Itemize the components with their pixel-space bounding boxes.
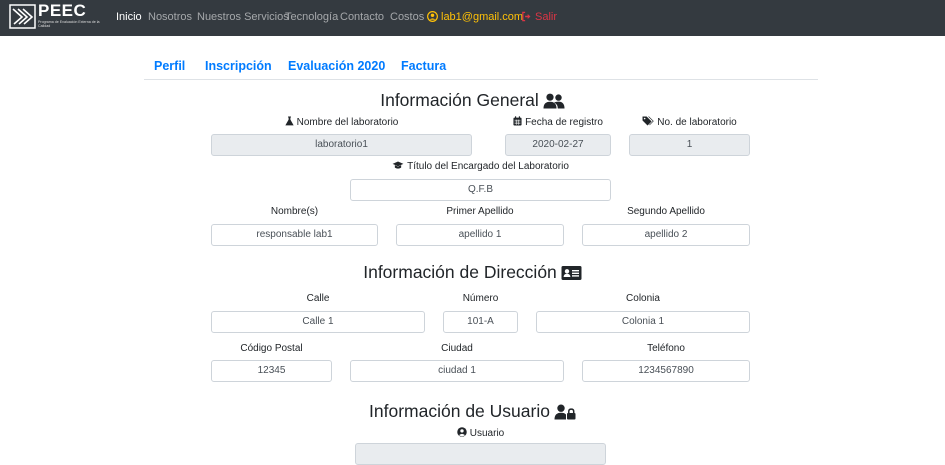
nav-item-servicios[interactable]: Nuestros Servicios	[197, 11, 289, 24]
address-card-icon	[561, 266, 582, 280]
nav-item-nosotros[interactable]: Nosotros	[148, 11, 192, 24]
lab-no-field[interactable]: 1	[629, 134, 750, 156]
top-navbar: PEEC Programa de Evaluación Externa de l…	[0, 0, 945, 36]
nav-item-tecnologia[interactable]: Tecnología	[285, 11, 338, 24]
colony-label: Colonia	[626, 293, 660, 304]
lab-name-field[interactable]: laboratorio1	[211, 134, 472, 156]
nav-item-contacto[interactable]: Contacto	[340, 11, 384, 24]
user-info-title: Información de Usuario	[369, 401, 550, 421]
names-field[interactable]: responsable lab1	[211, 224, 378, 246]
brand-title: PEEC	[38, 1, 87, 20]
logout-text: Salir	[535, 11, 558, 23]
user-circle-icon	[427, 11, 438, 22]
zip-label: Código Postal	[240, 343, 303, 354]
tags-icon	[642, 116, 654, 126]
user-circle-icon	[457, 427, 467, 437]
nav-user-email-text: lab1@gmail.com	[441, 11, 524, 23]
calendar-icon	[513, 116, 522, 126]
graduation-cap-icon	[392, 161, 404, 169]
street-field[interactable]: Calle 1	[211, 311, 425, 333]
surname2-field[interactable]: apellido 2	[582, 224, 750, 246]
colony-field[interactable]: Colonia 1	[536, 311, 750, 333]
profile-tabs: Perfil Inscripción Evaluación 2020 Factu…	[0, 56, 945, 80]
user-lock-icon	[554, 404, 576, 420]
title-field[interactable]: Q.F.B	[350, 179, 611, 201]
reg-date-label: Fecha de registro	[505, 116, 611, 129]
user-info-heading: Información de Usuario	[0, 400, 945, 422]
user-label: Usuario	[355, 427, 606, 440]
nav-item-costos[interactable]: Costos	[390, 11, 424, 24]
nav-user-email[interactable]: lab1@gmail.com	[427, 11, 523, 24]
nav-item-inicio[interactable]: Inicio	[116, 11, 142, 24]
sign-out-icon	[522, 11, 531, 22]
reg-date-field[interactable]: 2020-02-27	[505, 134, 611, 156]
user-field[interactable]	[355, 443, 606, 465]
city-label: Ciudad	[441, 343, 473, 354]
address-info-title: Información de Dirección	[363, 262, 557, 282]
tab-factura[interactable]: Factura	[401, 59, 446, 74]
brand-subtitle: Programa de Evaluación Externa de la Cal…	[38, 20, 100, 28]
phone-field[interactable]: 1234567890	[582, 360, 750, 382]
phone-label: Teléfono	[647, 343, 685, 354]
brand-logo[interactable]: PEEC Programa de Evaluación Externa de l…	[9, 1, 102, 30]
tabs-divider	[144, 79, 818, 80]
number-label: Número	[462, 293, 499, 304]
names-label: Nombre(s)	[270, 206, 319, 217]
title-label: Título del Encargado del Laboratorio	[350, 161, 611, 173]
flask-icon	[285, 116, 294, 126]
tab-perfil[interactable]: Perfil	[154, 59, 185, 74]
city-field[interactable]: ciudad 1	[350, 360, 564, 382]
surname2-label: Segundo Apellido	[627, 206, 705, 217]
general-info-title: Información General	[380, 90, 539, 110]
lab-name-label: Nombre del laboratorio	[211, 116, 472, 129]
general-info-heading: Información General	[0, 89, 945, 111]
lab-no-label: No. de laboratorio	[629, 116, 750, 129]
tab-evaluacion[interactable]: Evaluación 2020	[288, 59, 385, 74]
peec-logo-icon	[9, 4, 36, 29]
logout-link[interactable]: Salir	[521, 11, 557, 24]
zip-field[interactable]: 12345	[211, 360, 332, 382]
tab-inscripcion[interactable]: Inscripción	[205, 59, 272, 74]
surname1-field[interactable]: apellido 1	[396, 224, 564, 246]
users-icon	[543, 93, 565, 109]
street-label: Calle	[306, 293, 330, 304]
number-field[interactable]: 101-A	[443, 311, 518, 333]
surname1-label: Primer Apellido	[446, 206, 514, 217]
address-info-heading: Información de Dirección	[0, 261, 945, 283]
